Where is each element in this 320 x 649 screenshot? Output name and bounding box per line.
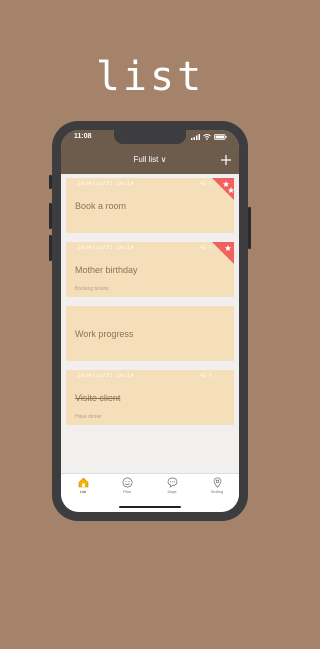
item-title: Book a room: [75, 201, 127, 211]
smiley-icon: [122, 477, 132, 488]
item-date: 2020/11/21 10:14: [78, 181, 135, 187]
tab-list[interactable]: List: [68, 477, 98, 494]
wifi-icon: [203, 134, 211, 140]
favorite-ribbon-icon: [212, 242, 234, 264]
location-pin-icon: [213, 477, 221, 488]
item-time-left: 43 h: [199, 373, 212, 379]
tab-label: Plan: [122, 489, 131, 494]
cellular-signal-icon: [191, 134, 200, 140]
list-filter-dropdown[interactable]: Full list ∨: [61, 155, 239, 164]
nav-bar: Full list ∨: [61, 148, 239, 174]
item-time-left: 43 h: [199, 245, 212, 251]
plus-icon[interactable]: [219, 153, 233, 167]
item-note: Have dinner: [75, 414, 102, 420]
item-note: Booking tickets: [75, 286, 109, 292]
app-screen: 11:08 Full list ∨ 2020/11/21 10:14 43 h …: [61, 130, 239, 512]
battery-icon: [214, 134, 227, 140]
chat-bubble-icon: [167, 477, 177, 488]
home-icon: [78, 477, 88, 488]
tab-setting[interactable]: Setting: [202, 477, 232, 494]
notch: [114, 130, 186, 144]
item-date: 2020/11/21 10:14: [78, 245, 135, 251]
list-item[interactable]: Work progress: [66, 306, 234, 361]
volume-down-button: [49, 235, 52, 261]
favorite-ribbon-icon: [212, 178, 234, 200]
item-title: Visite client: [75, 393, 121, 403]
list-item[interactable]: 2020/11/21 10:14 43 h Book a room: [66, 178, 234, 233]
item-time-left: 43 h: [199, 181, 212, 187]
volume-up-button: [49, 203, 52, 229]
status-time: 11:08: [74, 133, 92, 140]
mute-switch: [49, 175, 52, 189]
tab-label: Setting: [210, 489, 224, 494]
status-icons: [191, 134, 227, 140]
list-item[interactable]: 2020/11/21 10:14 43 h Visite client Have…: [66, 370, 234, 425]
item-title: Mother birthday: [75, 265, 138, 275]
tab-label: List: [79, 489, 87, 494]
tab-label: Days: [167, 489, 177, 494]
tab-plan[interactable]: Plan: [112, 477, 142, 494]
tab-days[interactable]: Days: [157, 477, 187, 494]
item-date: 2020/11/21 10:14: [78, 373, 135, 379]
phone-frame: 11:08 Full list ∨ 2020/11/21 10:14 43 h …: [49, 121, 251, 521]
power-button: [248, 207, 251, 249]
list-item[interactable]: 2020/11/21 10:14 43 h Mother birthday Bo…: [66, 242, 234, 297]
item-title: Work progress: [75, 329, 134, 339]
hero-title: list: [95, 54, 205, 100]
home-indicator: [119, 506, 181, 508]
